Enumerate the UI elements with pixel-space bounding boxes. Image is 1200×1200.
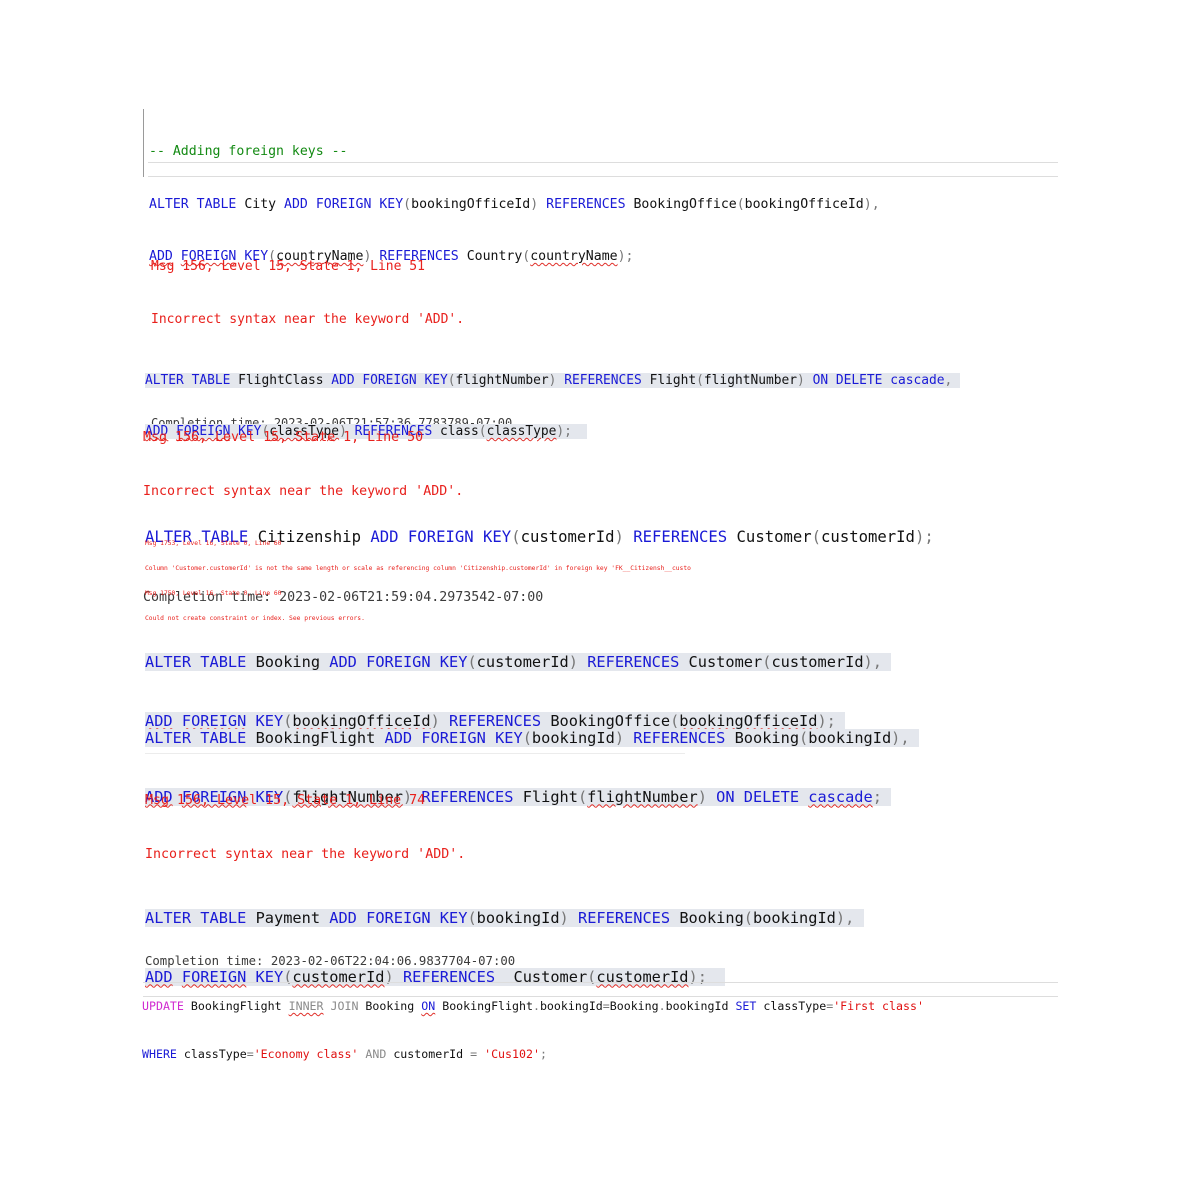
error-message: Msg 156, Level 15, State 1, Line 74 bbox=[145, 793, 426, 808]
sql-block-update[interactable]: UPDATE BookingFlight INNER JOIN Booking … bbox=[142, 966, 924, 1078]
error-message: Column 'Customer.customerId' is not the … bbox=[145, 565, 691, 573]
messages-divider bbox=[145, 753, 685, 754]
error-message: Msg 156, Level 15, State 1, Line 50 bbox=[143, 430, 424, 445]
sql-line: UPDATE BookingFlight INNER JOIN Booking … bbox=[142, 999, 924, 1013]
sql-comment: -- Adding foreign keys -- bbox=[149, 144, 348, 159]
sql-line: ALTER TABLE City ADD FOREIGN KEY(booking… bbox=[149, 196, 880, 212]
sql-line: WHERE classType='Economy class' AND cust… bbox=[142, 1047, 547, 1061]
error-message: Incorrect syntax near the keyword 'ADD'. bbox=[145, 847, 466, 862]
sql-line: ALTER TABLE Payment ADD FOREIGN KEY(book… bbox=[145, 909, 864, 929]
sql-line: ALTER TABLE Booking ADD FOREIGN KEY(cust… bbox=[145, 653, 892, 673]
error-message: Msg 1753, Level 16, State 0, Line 60 bbox=[145, 539, 282, 547]
sql-line: ALTER TABLE FlightClass ADD FOREIGN KEY(… bbox=[145, 372, 961, 389]
sql-line: ALTER TABLE BookingFlight ADD FOREIGN KE… bbox=[145, 729, 919, 749]
error-message: Msg 156, Level 15, State 1, Line 51 bbox=[151, 259, 425, 274]
error-message: Incorrect syntax near the keyword 'ADD'. bbox=[151, 311, 465, 327]
editor-gutter-line bbox=[143, 109, 144, 177]
error-message: Msg 1750, Level 16, State 0, Line 60 bbox=[145, 590, 282, 598]
